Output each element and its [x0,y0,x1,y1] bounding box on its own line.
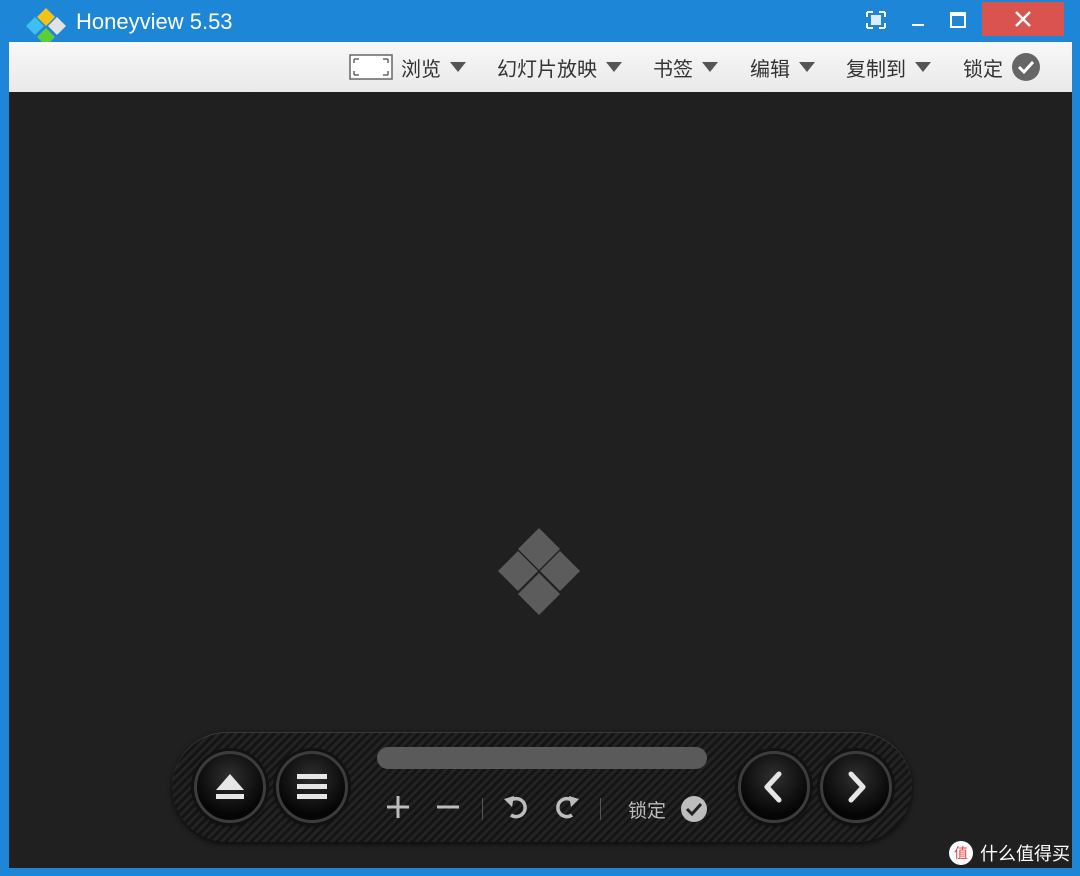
chevron-right-icon [848,771,866,803]
chevron-down-icon [450,62,466,72]
lock-toggle[interactable]: 锁定 [963,42,1041,92]
browse-menu[interactable]: 浏览 [349,42,466,92]
minimize-button[interactable] [900,2,936,38]
close-button[interactable] [982,2,1064,36]
fit-screen-icon [349,54,393,80]
slideshow-menu[interactable]: 幻灯片放映 [497,42,622,92]
progress-bar[interactable] [377,747,707,769]
menu-button[interactable] [276,751,348,823]
smzdm-logo-icon: 值 [949,841,973,865]
plus-icon [387,796,409,818]
check-circle-icon [1012,53,1040,81]
chevron-down-icon [606,62,622,72]
bookmarks-label: 书签 [653,56,693,81]
fullscreen-icon [866,11,886,29]
previous-button[interactable] [738,751,810,823]
close-icon [1015,11,1031,27]
lock-label: 锁定 [963,56,1003,81]
rotate-left-button[interactable] [500,792,532,822]
eject-icon [216,774,244,799]
eject-button[interactable] [194,751,266,823]
hamburger-menu-icon [297,774,327,799]
copy-to-menu[interactable]: 复制到 [846,42,931,92]
honeyview-logo-icon [26,8,66,46]
honeyview-placeholder-logo-icon [498,528,580,615]
minimize-icon [912,24,924,26]
rotate-left-icon [504,796,527,819]
lock-label[interactable]: 锁定 [628,796,666,823]
chevron-left-icon [764,771,782,803]
control-bar: 锁定 [172,732,912,842]
maximize-icon [950,12,966,28]
chevron-down-icon [915,62,931,72]
watermark: 值 什么值得买 [948,838,1070,868]
minus-icon [437,805,459,809]
title-bar: Honeyview 5.53 [0,0,1080,46]
divider [600,798,601,820]
svg-text:值: 值 [954,846,968,862]
maximize-button[interactable] [940,2,976,38]
bookmarks-menu[interactable]: 书签 [653,42,718,92]
toolbar: 浏览 幻灯片放映 书签 编辑 复制到 锁定 [9,42,1072,93]
copy-to-label: 复制到 [846,56,906,81]
slideshow-label: 幻灯片放映 [497,56,597,81]
chevron-down-icon [702,62,718,72]
edit-menu[interactable]: 编辑 [750,42,815,92]
zoom-in-button[interactable] [382,792,414,822]
fullscreen-button[interactable] [858,2,894,38]
next-button[interactable] [820,751,892,823]
edit-label: 编辑 [750,56,790,81]
watermark-text: 什么值得买 [980,844,1070,865]
rotate-right-button[interactable] [551,792,583,822]
rotate-right-icon [556,796,579,819]
app-window: Honeyview 5.53 浏览 幻灯片放映 书签 编辑 复制到 锁定 锁定 … [0,0,1080,876]
zoom-out-button[interactable] [432,792,464,822]
browse-label: 浏览 [401,56,441,81]
divider [482,798,483,820]
check-circle-icon[interactable] [680,795,708,823]
chevron-down-icon [799,62,815,72]
window-title: Honeyview 5.53 [76,9,233,34]
